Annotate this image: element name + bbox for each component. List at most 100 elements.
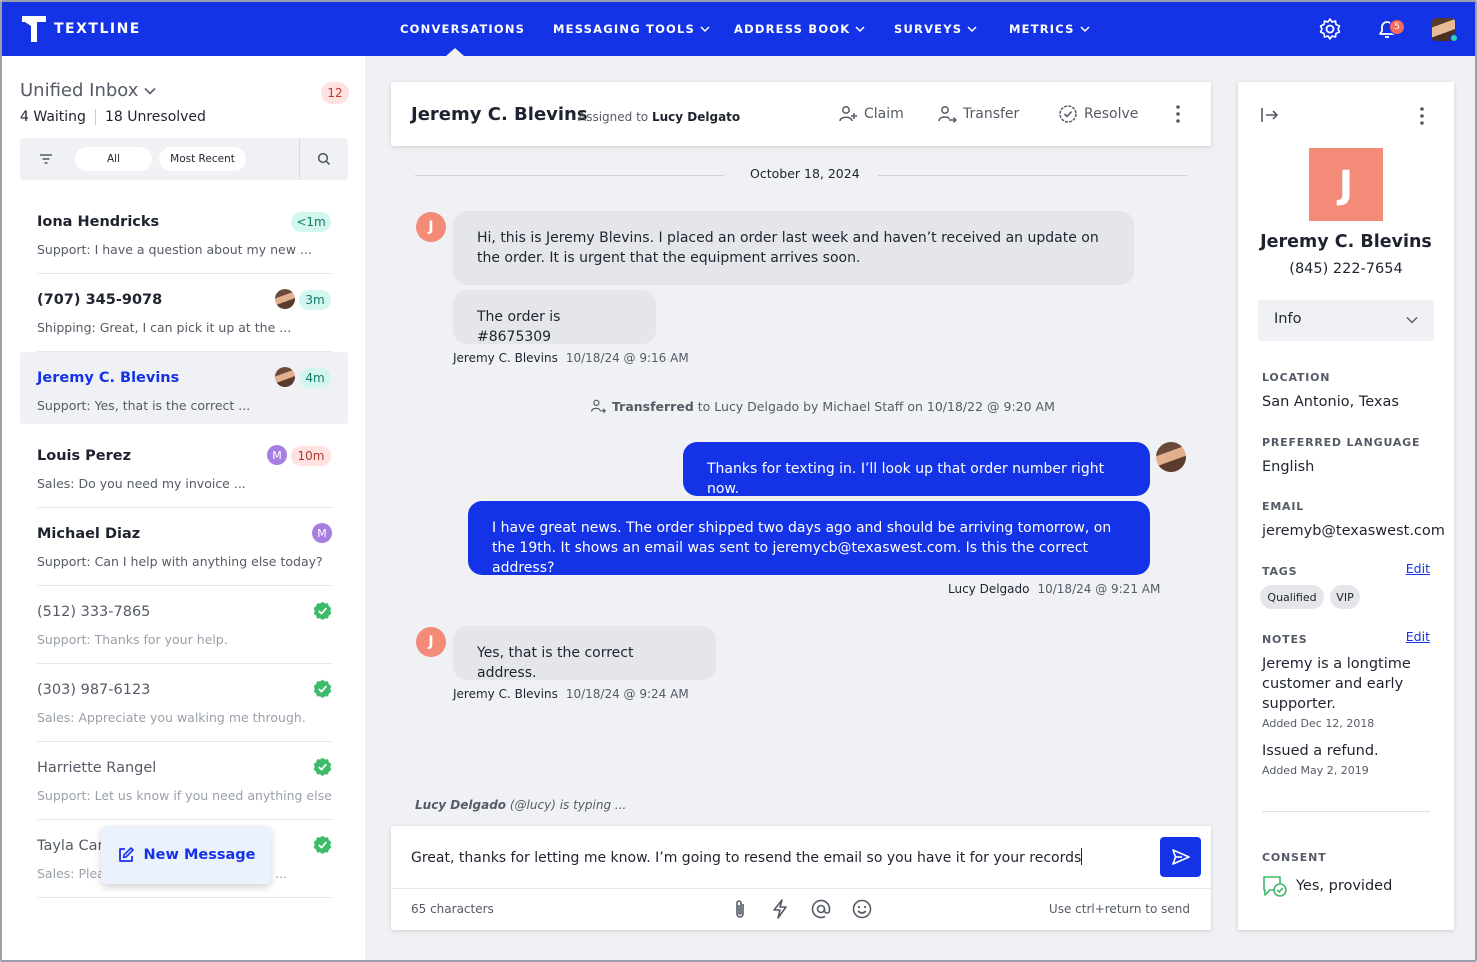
filter-bar: All Most Recent — [20, 138, 348, 180]
consent-status: Yes, provided — [1262, 874, 1392, 898]
chevron-down-icon — [967, 25, 977, 32]
search-icon[interactable] — [317, 152, 331, 166]
chevron-down-icon — [700, 25, 710, 32]
agent-avatar — [1156, 442, 1186, 472]
section-select-value: Info — [1274, 311, 1302, 327]
message-meta: Jeremy C. Blevins 10/18/24 @ 9:16 AM — [453, 351, 689, 365]
filter-divider — [299, 138, 300, 180]
more-options-icon[interactable] — [1176, 105, 1180, 123]
conversation-name: Iona Hendricks — [37, 214, 160, 230]
message-input[interactable]: Great, thanks for letting me know. I’m g… — [411, 848, 1083, 866]
assigned-agent-initial-avatar: M — [312, 523, 332, 543]
conversation-item-selected[interactable]: Jeremy C. Blevins Support: Yes, that is … — [20, 352, 348, 424]
conversation-preview: Support: I have a question about my new … — [37, 242, 312, 257]
tags-label: TAGS — [1262, 565, 1298, 578]
conversation-item-resolved[interactable]: (303) 987-6123 Sales: Appreciate you wal… — [20, 664, 348, 742]
nav-messaging-tools-label: MESSAGING TOOLS — [553, 22, 696, 36]
resolve-button[interactable]: Resolve — [1058, 104, 1138, 124]
conversation-item-resolved[interactable]: Harriette Rangel Support: Let us know if… — [20, 742, 348, 820]
consent-chat-check-icon — [1263, 876, 1287, 897]
note-text: Issued a refund. — [1262, 743, 1379, 759]
collapse-panel-icon[interactable] — [1260, 106, 1280, 124]
outgoing-message: I have great news. The order shipped two… — [468, 501, 1150, 576]
chevron-down-icon — [144, 87, 156, 95]
panel-more-options-icon[interactable] — [1420, 107, 1424, 125]
edit-tags-link[interactable]: Edit — [1406, 561, 1430, 576]
compose-icon — [118, 847, 134, 862]
resolve-check-badge-icon — [1059, 105, 1077, 123]
claim-button[interactable]: Claim — [838, 104, 904, 124]
wait-time-badge: <1m — [291, 212, 331, 232]
transfer-user-icon — [938, 106, 957, 124]
claim-user-plus-icon — [839, 106, 857, 122]
lightning-icon[interactable] — [769, 898, 791, 920]
conversation-item[interactable]: Michael Diaz Support: Can I help with an… — [20, 508, 348, 586]
contact-avatar: J — [416, 627, 446, 657]
textline-logo[interactable]: TEXTLINE — [22, 16, 141, 42]
conversation-preview: Shipping: Great, I can pick it up at the… — [37, 320, 292, 335]
inbox-selector[interactable]: Unified Inbox — [20, 80, 156, 101]
consent-value: Yes, provided — [1296, 878, 1393, 894]
conversation-preview: Support: Can I help with anything else t… — [37, 554, 323, 569]
transfer-event-note: Transferred to Lucy Delgado by Michael S… — [590, 398, 1055, 414]
conversation-name: Michael Diaz — [37, 526, 141, 542]
nav-messaging-tools[interactable]: MESSAGING TOOLS — [553, 22, 710, 36]
transfer-label: Transfer — [963, 106, 1020, 122]
message-meta: Jeremy C. Blevins 10/18/24 @ 9:24 AM — [453, 687, 689, 701]
settings-gear-icon[interactable] — [1318, 17, 1342, 41]
filter-icon[interactable] — [38, 151, 54, 167]
resolved-check-icon — [313, 679, 332, 698]
note-text: Jeremy is a longtime customer and early … — [1262, 656, 1411, 712]
conversation-preview: Support: Thanks for your help. — [37, 632, 228, 647]
conversation-preview-tail: ... — [275, 866, 287, 881]
conversation-name: (512) 333-7865 — [37, 604, 151, 620]
note-added-date: Added May 2, 2019 — [1262, 764, 1369, 777]
incoming-message: The order is #8675309 — [453, 290, 656, 345]
message-sender: Lucy Delgado — [948, 582, 1030, 596]
edit-notes-link[interactable]: Edit — [1406, 629, 1430, 644]
conversation-name: Louis Perez — [37, 448, 132, 464]
unresolved-count: 18 — [104, 109, 123, 125]
attachment-icon[interactable] — [729, 898, 751, 920]
sort-most-recent-button[interactable]: Most Recent — [159, 147, 246, 171]
conversation-name: Jeremy C. Blevins — [37, 370, 180, 386]
typing-status-text: (@lucy) is typing ... — [509, 798, 627, 812]
tag-chip[interactable]: Qualified — [1260, 585, 1324, 609]
waiting-label: Waiting — [33, 109, 86, 125]
chevron-down-icon — [1406, 317, 1418, 324]
wait-time-badge: 4m — [299, 368, 331, 388]
message-composer: Great, thanks for letting me know. I’m g… — [391, 826, 1211, 930]
resolved-check-icon — [313, 835, 332, 854]
conversation-item-resolved[interactable]: (512) 333-7865 Support: Thanks for your … — [20, 586, 348, 664]
send-button[interactable] — [1160, 837, 1201, 877]
date-line-right — [878, 175, 1187, 176]
emoji-icon[interactable] — [851, 898, 873, 920]
conversation-item[interactable]: Iona Hendricks Support: I have a questio… — [20, 196, 348, 274]
contact-phone: (845) 222-7654 — [1289, 261, 1403, 277]
tag-chip[interactable]: VIP — [1330, 585, 1360, 609]
nav-metrics[interactable]: METRICS — [1009, 22, 1090, 36]
new-message-button[interactable]: New Message — [101, 826, 271, 884]
incoming-message: Yes, that is the correct address. — [453, 626, 716, 681]
conversation-item[interactable]: Louis Perez Sales: Do you need my invoic… — [20, 430, 348, 508]
inbox-stats: 4 Waiting 18 Unresolved — [20, 109, 206, 125]
mention-icon[interactable] — [810, 898, 832, 920]
conversation-item[interactable]: (707) 345-9078 Shipping: Great, I can pi… — [20, 274, 348, 352]
conversation-preview: Sales: Do you need my invoice ... — [37, 476, 246, 491]
chevron-down-icon — [855, 25, 865, 32]
filter-all-button[interactable]: All — [75, 147, 152, 171]
email-label: EMAIL — [1262, 500, 1305, 513]
message-timestamp: 10/18/24 @ 9:16 AM — [565, 351, 689, 365]
transfer-button[interactable]: Transfer — [937, 104, 1019, 124]
message-input-text: Great, thanks for letting me know. I’m g… — [411, 850, 1082, 866]
conversation-header: Jeremy C. Blevins Assigned to Lucy Delga… — [391, 82, 1211, 146]
nav-surveys[interactable]: SURVEYS — [894, 22, 977, 36]
conversation-preview: Support: Let us know if you need anythin… — [37, 788, 332, 803]
waiting-count: 4 — [20, 109, 29, 125]
conversation-contact-name: Jeremy C. Blevins — [411, 104, 588, 125]
section-select-dropdown[interactable]: Info — [1258, 300, 1434, 341]
outgoing-message: Thanks for texting in. I’ll look up that… — [683, 442, 1150, 497]
nav-address-book[interactable]: ADDRESS BOOK — [734, 22, 865, 36]
nav-conversations[interactable]: CONVERSATIONS — [400, 22, 525, 36]
nav-metrics-label: METRICS — [1009, 22, 1075, 36]
